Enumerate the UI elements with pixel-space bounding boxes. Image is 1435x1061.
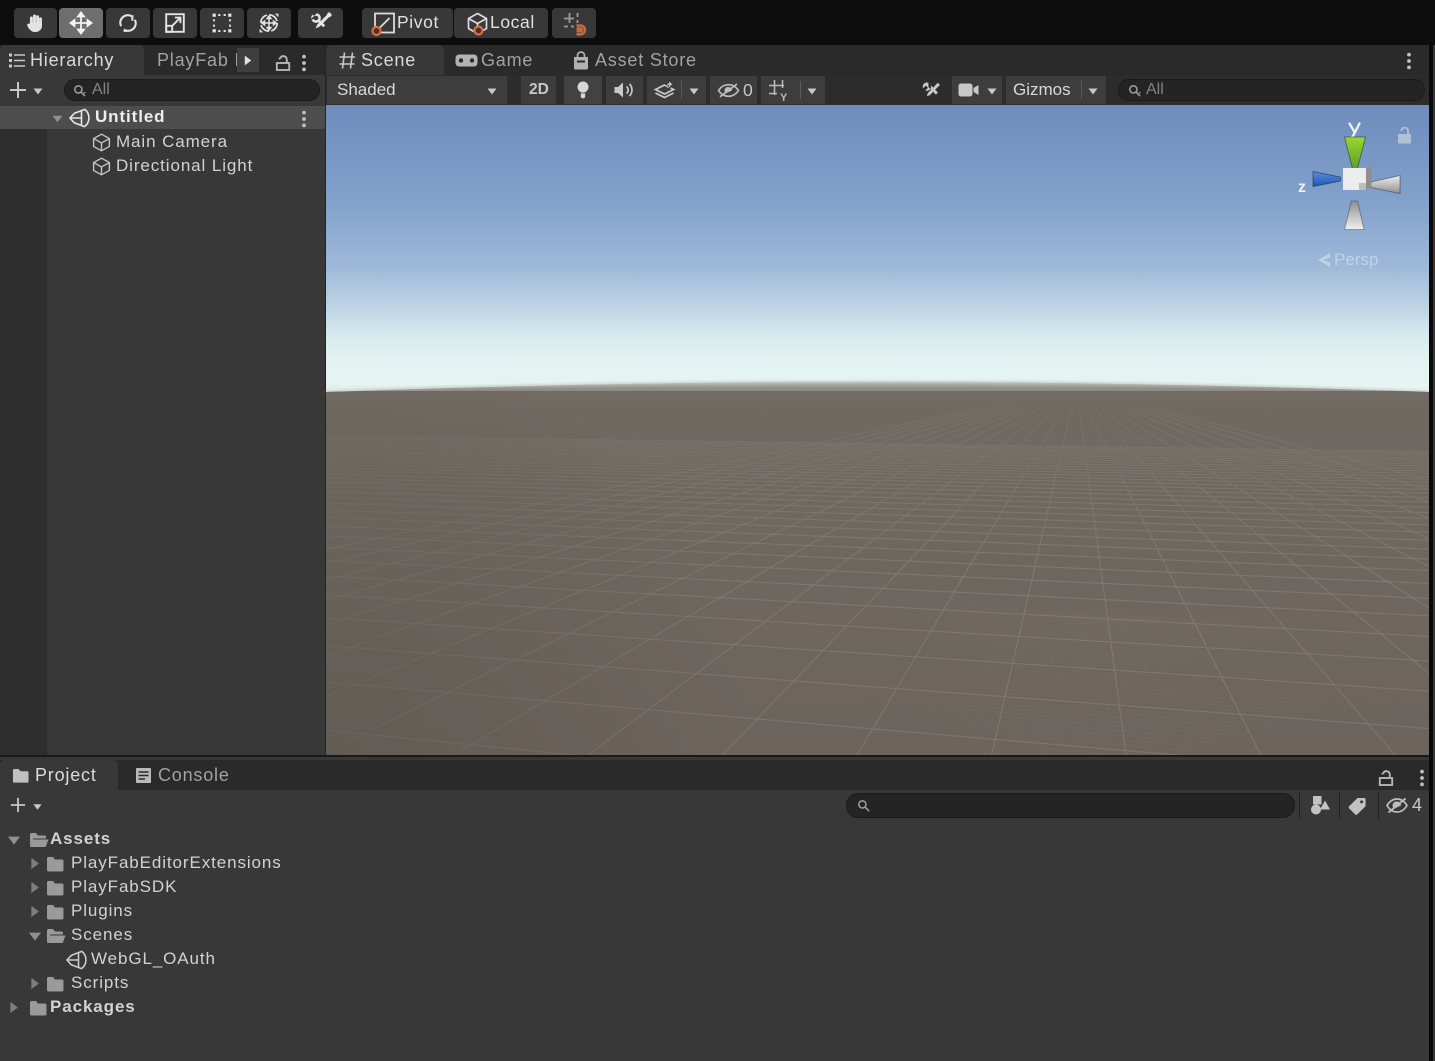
svg-text:z: z <box>1298 179 1306 196</box>
svg-text:Y: Y <box>780 92 788 104</box>
svg-text:Persp: Persp <box>1334 250 1378 269</box>
